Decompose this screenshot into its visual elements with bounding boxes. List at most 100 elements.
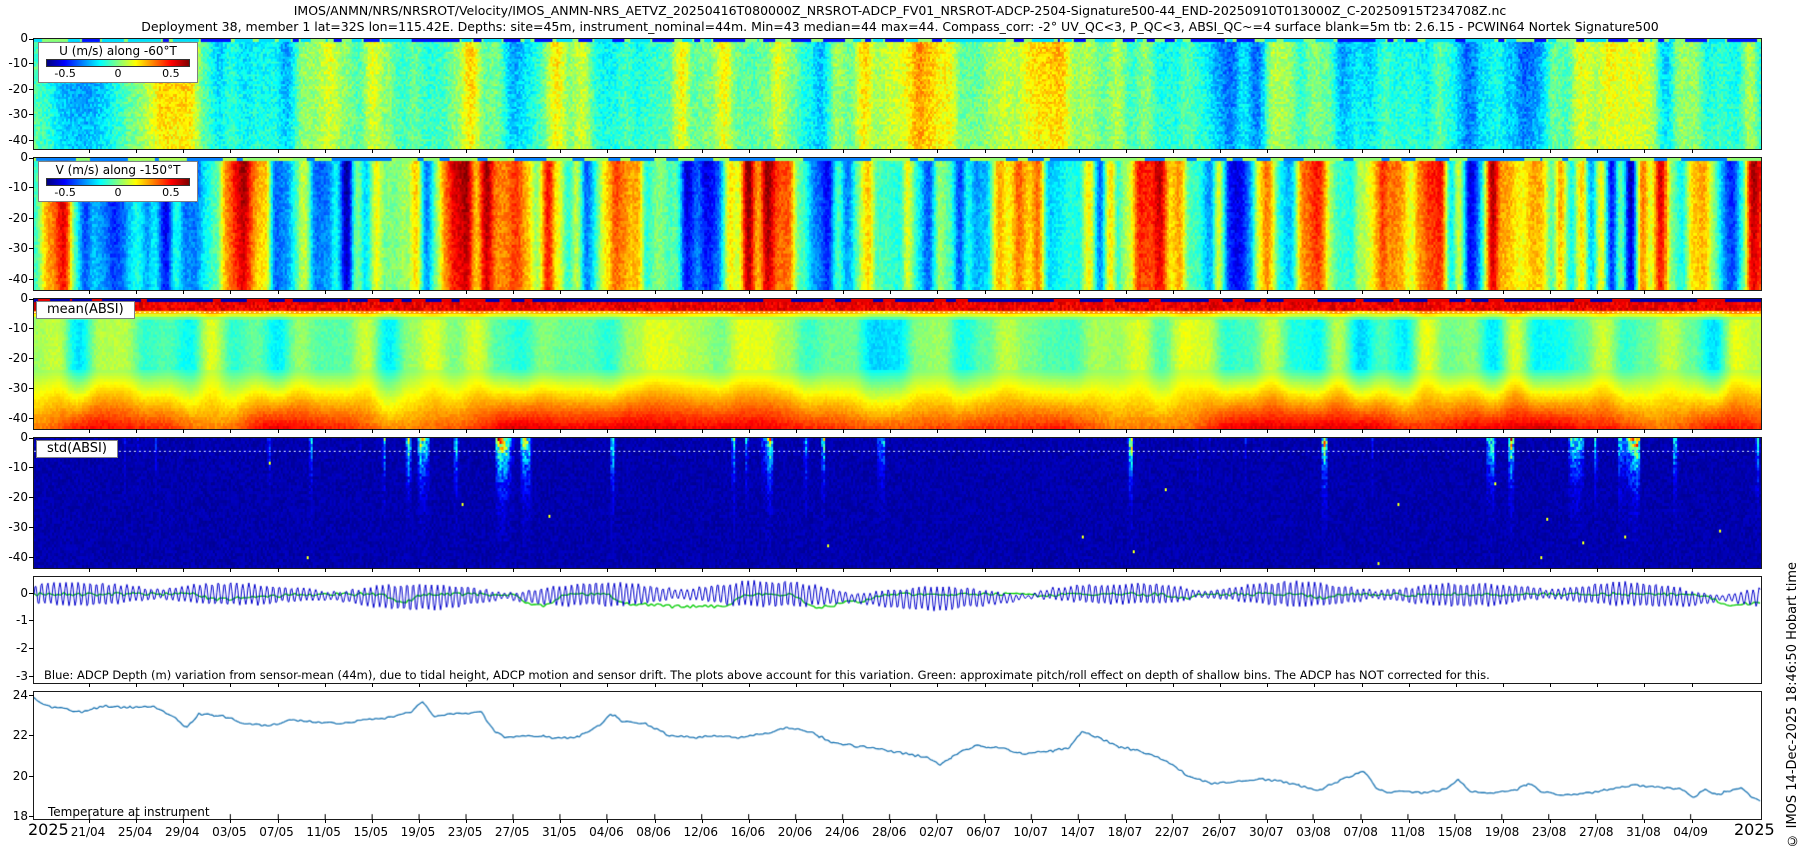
x-tick-mark (1503, 683, 1504, 687)
x-tick-label: 04/06 (589, 825, 624, 839)
x-tick-mark (466, 819, 467, 823)
y-tick-mark (29, 63, 34, 64)
x-tick-mark (278, 149, 279, 153)
x-tick-mark (1267, 290, 1268, 294)
x-tick-mark (1173, 429, 1174, 433)
y-tick-label: 0 (0, 151, 28, 163)
x-tick-label: 06/07 (966, 825, 1001, 839)
x-tick-mark (843, 429, 844, 433)
x-tick-mark (937, 429, 938, 433)
x-tick-label: 19/05 (401, 825, 436, 839)
x-tick-mark (796, 683, 797, 687)
x-tick-mark (513, 819, 514, 823)
x-tick-mark (890, 149, 891, 153)
x-tick-mark (1267, 429, 1268, 433)
x-tick-label: 12/06 (683, 825, 718, 839)
std-absi-label: std(ABSI) (36, 440, 118, 458)
x-tick-mark (1503, 819, 1504, 823)
u-colorbar-ticks: -0.5 0 0.5 (44, 67, 192, 80)
x-tick-mark (843, 290, 844, 294)
x-tick-mark (325, 429, 326, 433)
x-tick-mark (560, 429, 561, 433)
v-velocity-heatmap-canvas (34, 158, 1761, 290)
x-tick-mark (985, 290, 986, 294)
y-tick-mark (29, 648, 34, 649)
u-legend-title: U (m/s) along -60°T (44, 44, 192, 58)
x-tick-mark (89, 819, 90, 823)
y-tick-label: 24 (0, 689, 28, 701)
x-tick-mark (1550, 819, 1551, 823)
x-tick-label: 28/06 (872, 825, 907, 839)
y-tick-label: -30 (0, 242, 28, 254)
y-tick-label: 0 (0, 32, 28, 44)
x-tick-mark (702, 683, 703, 687)
x-tick-mark (1362, 429, 1363, 433)
x-tick-label: 16/06 (731, 825, 766, 839)
y-tick-label: -20 (0, 83, 28, 95)
x-tick-mark (1079, 568, 1080, 572)
x-tick-mark (702, 568, 703, 572)
y-tick-label: 18 (0, 810, 28, 822)
x-tick-label: 23/05 (448, 825, 483, 839)
figure-title-filename: IMOS/ANMN/NRS/NRSROT/Velocity/IMOS_ANMN-… (0, 3, 1800, 18)
x-tick-mark (1173, 290, 1174, 294)
x-tick-mark (1644, 149, 1645, 153)
x-tick-mark (513, 149, 514, 153)
x-tick-mark (749, 429, 750, 433)
x-tick-mark (1362, 149, 1363, 153)
y-tick-mark (29, 328, 34, 329)
y-tick-label: 22 (0, 729, 28, 741)
x-tick-mark (702, 290, 703, 294)
x-tick-mark (749, 683, 750, 687)
x-tick-mark (655, 683, 656, 687)
x-tick-mark (1362, 683, 1363, 687)
x-tick-mark (1126, 819, 1127, 823)
x-tick-label: 23/08 (1532, 825, 1567, 839)
x-tick-mark (607, 683, 608, 687)
panel-temperature-line: Temperature at instrument (33, 691, 1762, 820)
x-tick-mark (419, 290, 420, 294)
v-colorbar (46, 178, 190, 186)
x-tick-mark (1220, 683, 1221, 687)
x-tick-mark (183, 429, 184, 433)
v-cbar-tick-neg: -0.5 (54, 186, 75, 199)
x-tick-mark (1597, 819, 1598, 823)
x-tick-mark (1173, 149, 1174, 153)
x-tick-label: 03/05 (212, 825, 247, 839)
x-tick-mark (1079, 819, 1080, 823)
x-tick-mark (1126, 290, 1127, 294)
x-tick-mark (1692, 568, 1693, 572)
x-tick-mark (466, 683, 467, 687)
x-tick-mark (890, 683, 891, 687)
x-tick-mark (419, 429, 420, 433)
y-tick-label: -3 (0, 670, 28, 682)
x-tick-mark (325, 568, 326, 572)
x-tick-mark (796, 149, 797, 153)
panel-depth-variation-lines: Blue: ADCP Depth (m) variation from sens… (33, 576, 1762, 684)
x-tick-mark (655, 568, 656, 572)
y-tick-mark (29, 557, 34, 558)
x-tick-mark (1597, 149, 1598, 153)
x-tick-mark (607, 568, 608, 572)
y-tick-label: -10 (0, 181, 28, 193)
x-tick-label: 07/08 (1343, 825, 1378, 839)
x-tick-mark (372, 149, 373, 153)
y-tick-mark (29, 114, 34, 115)
x-tick-mark (325, 290, 326, 294)
x-tick-mark (1456, 819, 1457, 823)
x-tick-label: 15/05 (354, 825, 389, 839)
panel-u-velocity-heatmap: U (m/s) along -60°T -0.5 0 0.5 (33, 38, 1762, 150)
y-tick-mark (29, 279, 34, 280)
x-tick-mark (843, 149, 844, 153)
x-tick-label: 24/06 (825, 825, 860, 839)
x-tick-mark (466, 568, 467, 572)
y-tick-mark (29, 816, 34, 817)
x-tick-mark (1550, 290, 1551, 294)
x-tick-mark (890, 429, 891, 433)
x-tick-mark (560, 819, 561, 823)
x-tick-mark (325, 819, 326, 823)
x-tick-mark (325, 683, 326, 687)
x-tick-mark (1267, 149, 1268, 153)
x-tick-mark (1362, 819, 1363, 823)
x-tick-mark (513, 290, 514, 294)
